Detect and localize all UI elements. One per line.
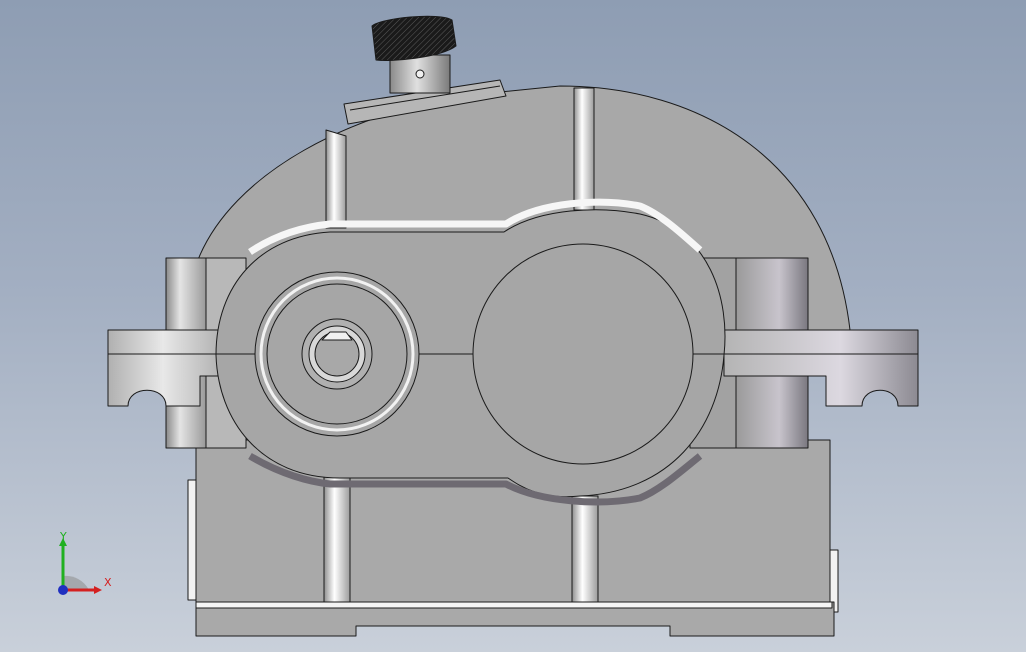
upper-rib-right: [573, 87, 595, 211]
lower-rib-left: [323, 475, 351, 603]
lower-rib-right: [571, 495, 599, 603]
y-axis-label: Y: [59, 530, 67, 543]
output-bearing-cover[interactable]: [472, 243, 694, 465]
x-axis-label: X: [104, 576, 112, 589]
breather-hole: [415, 69, 425, 79]
foot-top-face: [195, 601, 833, 609]
breather-knob[interactable]: [371, 15, 457, 61]
upper-rib-left: [325, 129, 347, 229]
coordinate-triad: Y X: [58, 530, 112, 595]
z-axis-dot: [58, 585, 68, 595]
gearbox-model[interactable]: [0, 0, 1026, 652]
base-left-edge: [187, 479, 197, 601]
x-axis-head: [94, 586, 102, 594]
graphics-viewport[interactable]: Y X: [0, 0, 1026, 652]
